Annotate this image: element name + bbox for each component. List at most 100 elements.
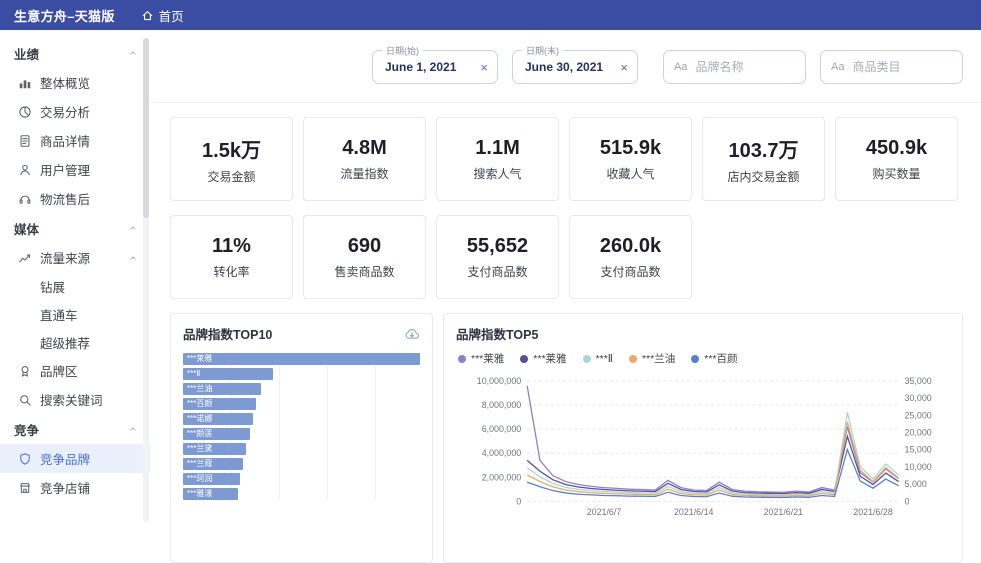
bar: ***莱雅 <box>183 353 420 365</box>
trend-icon <box>18 251 32 265</box>
sidebar-item-rival-shops[interactable]: 竞争店铺 <box>0 473 150 502</box>
legend-item[interactable]: ***莱雅 <box>458 351 504 366</box>
text-format-icon: Aa <box>674 61 687 73</box>
text-format-icon: Aa <box>831 61 844 73</box>
kpi-label: 搜索人气 <box>473 165 521 182</box>
svg-text:2021/6/14: 2021/6/14 <box>674 507 714 517</box>
kpi-value: 690 <box>348 235 381 258</box>
legend-label: ***莱雅 <box>471 351 504 366</box>
legend-item[interactable]: ***Ⅱ <box>583 353 613 365</box>
kpi-value: 11% <box>212 235 251 258</box>
line-chart: 10,000,0008,000,0006,000,0004,000,0002,0… <box>456 370 950 538</box>
svg-text:8,000,000: 8,000,000 <box>482 400 522 410</box>
category-input[interactable] <box>850 59 962 75</box>
sidebar-item-product-detail[interactable]: 商品详情 <box>0 126 150 155</box>
legend-dot-icon <box>691 355 699 363</box>
sidebar-item-rival-brands[interactable]: 竞争品牌 <box>0 444 150 473</box>
legend-label: ***百颜 <box>704 351 737 366</box>
sidebar-section-competition[interactable]: 竞争 <box>0 414 150 444</box>
sidebar-section-media[interactable]: 媒体 <box>0 213 150 243</box>
pie-chart-icon <box>18 105 32 119</box>
sidebar-item-zhitongche[interactable]: 直通车 <box>0 300 150 328</box>
svg-text:0: 0 <box>516 496 521 506</box>
topbar: 生意方舟–天猫版 首页 <box>0 0 981 30</box>
bar: ***兰蔻 <box>183 458 243 470</box>
brand-name-input[interactable] <box>693 59 805 75</box>
sidebar-section-label: 媒体 <box>14 219 39 238</box>
svg-text:2021/6/21: 2021/6/21 <box>764 507 804 517</box>
shield-icon <box>18 452 32 466</box>
panel-head: 品牌指数TOP10 <box>183 324 420 343</box>
bar-row: ***兰黛 <box>183 443 420 455</box>
sidebar-item-label: 品牌区 <box>40 361 78 380</box>
bar-row: ***莱雅 <box>183 353 420 365</box>
bar: ***兰黛 <box>183 443 246 455</box>
sidebar-item-label: 竞争店铺 <box>40 478 90 497</box>
svg-text:10,000,000: 10,000,000 <box>477 376 521 386</box>
kpi-card: 4.8M流量指数 <box>303 117 426 201</box>
date-end-clear-icon[interactable]: × <box>620 60 628 75</box>
brand-name-field: Aa <box>663 50 806 84</box>
sidebar-section-label: 业绩 <box>14 44 39 63</box>
app-title: 生意方舟–天猫版 <box>14 6 115 25</box>
bar-row: ***兰蔻 <box>183 458 420 470</box>
sidebar-item-overview[interactable]: 整体概览 <box>0 68 150 97</box>
sidebar-item-search-keywords[interactable]: 搜索关键词 <box>0 385 150 414</box>
bar-row: ***颜莲 <box>183 428 420 440</box>
panel-head: 品牌指数TOP5 <box>456 324 950 343</box>
bar-row: ***兰油 <box>183 383 420 395</box>
svg-text:0: 0 <box>905 496 910 506</box>
cloud-download-icon[interactable] <box>404 326 420 342</box>
svg-text:6,000,000: 6,000,000 <box>482 424 522 434</box>
sidebar-item-label: 竞争品牌 <box>40 449 90 468</box>
kpi-value: 1.5k万 <box>202 134 261 163</box>
svg-text:20,000: 20,000 <box>905 428 932 438</box>
sidebar-item-label: 用户管理 <box>40 160 90 179</box>
sidebar-item-traffic-source[interactable]: 流量来源 <box>0 243 150 272</box>
kpi-value: 260.0k <box>600 235 661 258</box>
main-content: 日期(始) June 1, 2021 × 日期(末) June 30, 2021… <box>150 30 981 526</box>
kpi-value: 103.7万 <box>728 134 798 163</box>
kpi-row-2: 11% 转化率 690售卖商品数55,652支付商品数 260.0k 支付商品数 <box>170 215 963 299</box>
kpi-card: 103.7万店内交易金额 <box>702 117 825 201</box>
kpi-label: 支付商品数 <box>467 263 527 280</box>
sidebar-scrollbar-thumb[interactable] <box>143 38 149 218</box>
kpi-label: 购买数量 <box>872 165 920 182</box>
category-field: Aa <box>820 50 963 84</box>
sidebar-item-label: 流量来源 <box>40 248 90 267</box>
user-icon <box>18 163 32 177</box>
svg-text:30,000: 30,000 <box>905 393 932 403</box>
sidebar-item-brand-zone[interactable]: 品牌区 <box>0 356 150 385</box>
chevron-up-icon <box>128 253 138 263</box>
kpi-label: 转化率 <box>213 263 249 280</box>
nav-home[interactable]: 首页 <box>141 6 184 25</box>
sidebar-item-user-management[interactable]: 用户管理 <box>0 155 150 184</box>
date-start-field[interactable]: 日期(始) June 1, 2021 × <box>372 50 498 84</box>
home-icon <box>141 9 154 22</box>
kpi-label: 流量指数 <box>340 165 388 182</box>
date-start-clear-icon[interactable]: × <box>480 60 488 75</box>
sidebar-item-logistics-aftersale[interactable]: 物流售后 <box>0 184 150 213</box>
bar-row: ***Ⅱ <box>183 368 420 380</box>
sidebar-item-trade-analysis[interactable]: 交易分析 <box>0 97 150 126</box>
legend-item[interactable]: ***百颜 <box>691 351 737 366</box>
date-end-field[interactable]: 日期(末) June 30, 2021 × <box>512 50 638 84</box>
bar: ***Ⅱ <box>183 368 273 380</box>
kpi-card: 55,652支付商品数 <box>436 215 559 299</box>
kpi-value: 1.1M <box>475 137 519 160</box>
legend-item[interactable]: ***莱雅 <box>520 351 566 366</box>
kpi-label: 店内交易金额 <box>727 168 799 185</box>
bar-row: ***百颜 <box>183 398 420 410</box>
legend-dot-icon <box>458 355 466 363</box>
date-start-label: 日期(始) <box>382 44 423 57</box>
legend-item[interactable]: ***兰油 <box>629 351 675 366</box>
bar: ***雅漾 <box>183 488 238 500</box>
kpi-card: 1.5k万交易金额 <box>170 117 293 201</box>
svg-text:2021/6/7: 2021/6/7 <box>587 507 622 517</box>
legend-dot-icon <box>583 355 591 363</box>
kpi-card: 690售卖商品数 <box>303 215 426 299</box>
sidebar-item-super-recommend[interactable]: 超级推荐 <box>0 328 150 356</box>
sidebar-section-performance[interactable]: 业绩 <box>0 38 150 68</box>
svg-text:35,000: 35,000 <box>905 376 932 386</box>
sidebar-item-zuanzhan[interactable]: 钻展 <box>0 272 150 300</box>
